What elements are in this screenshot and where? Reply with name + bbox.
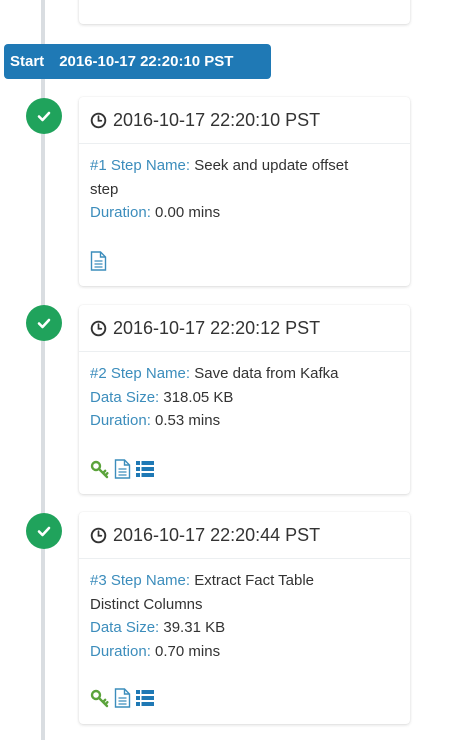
clock-icon [90,527,107,544]
duration-label: Duration: [90,642,151,660]
start-timestamp: 2016-10-17 22:20:10 PST [59,53,234,70]
duration-value: 0.00 mins [155,204,221,221]
list-icon[interactable] [135,460,155,478]
step-name: Extract Fact Table [194,572,315,589]
step-timestamp: 2016-10-17 22:20:44 PST [113,524,321,545]
step-timestamp: 2016-10-17 22:20:12 PST [113,317,321,338]
step-name: Save data from Kafka [194,365,339,382]
step-name-continued: step [90,180,119,198]
duration-label: Duration: [90,412,151,429]
step-header: 2016-10-17 22:20:10 PST [79,97,410,144]
start-label: Start [10,53,45,70]
log-file-icon[interactable] [114,459,131,479]
step-name-label: #2 Step Name: [90,365,191,382]
step-actions [90,459,155,479]
clock-icon [90,320,107,337]
step-timestamp: 2016-10-17 22:20:10 PST [113,109,321,130]
log-file-icon[interactable] [114,688,131,708]
duration-value: 0.70 mins [155,642,221,660]
data-size-value: 39.31 KB [163,619,226,636]
clock-icon [90,112,107,129]
duration-label: Duration: [90,204,151,221]
job-start-bar: Start 2016-10-17 22:20:10 PST [4,44,271,79]
step-name-label: #1 Step Name: [90,157,191,174]
step-header: 2016-10-17 22:20:44 PST [79,512,410,559]
data-size-value: 318.05 KB [163,388,234,406]
step-details: #3 Step Name: Extract Fact Table Distinc… [79,559,410,663]
step-name-label: #3 Step Name: [90,572,191,589]
key-icon[interactable] [90,459,110,479]
step-card: 2016-10-17 22:20:44 PST #3 Step Name: Ex… [79,512,410,724]
list-icon[interactable] [135,689,155,707]
step-card: 2016-10-17 22:20:12 PST #2 Step Name: Sa… [79,305,410,494]
step-card: 2016-10-17 22:20:10 PST #1 Step Name: Se… [79,97,410,286]
duration-value: 0.53 mins [155,412,221,429]
log-file-icon[interactable] [90,251,107,271]
step-actions [90,688,155,708]
step-name: Seek and update offset [194,157,349,174]
step-details: #2 Step Name: Save data from Kafka Data … [79,352,410,433]
step-header: 2016-10-17 22:20:12 PST [79,305,410,352]
step-status-success-icon [26,513,62,549]
previous-step-card [79,0,410,24]
step-name-continued: Distinct Columns [90,595,203,613]
step-status-success-icon [26,98,62,134]
key-icon[interactable] [90,688,110,708]
data-size-label: Data Size: [90,388,160,406]
step-actions [90,251,107,271]
data-size-label: Data Size: [90,619,160,636]
step-details: #1 Step Name: Seek and update offset ste… [79,144,410,225]
step-status-success-icon [26,305,62,341]
